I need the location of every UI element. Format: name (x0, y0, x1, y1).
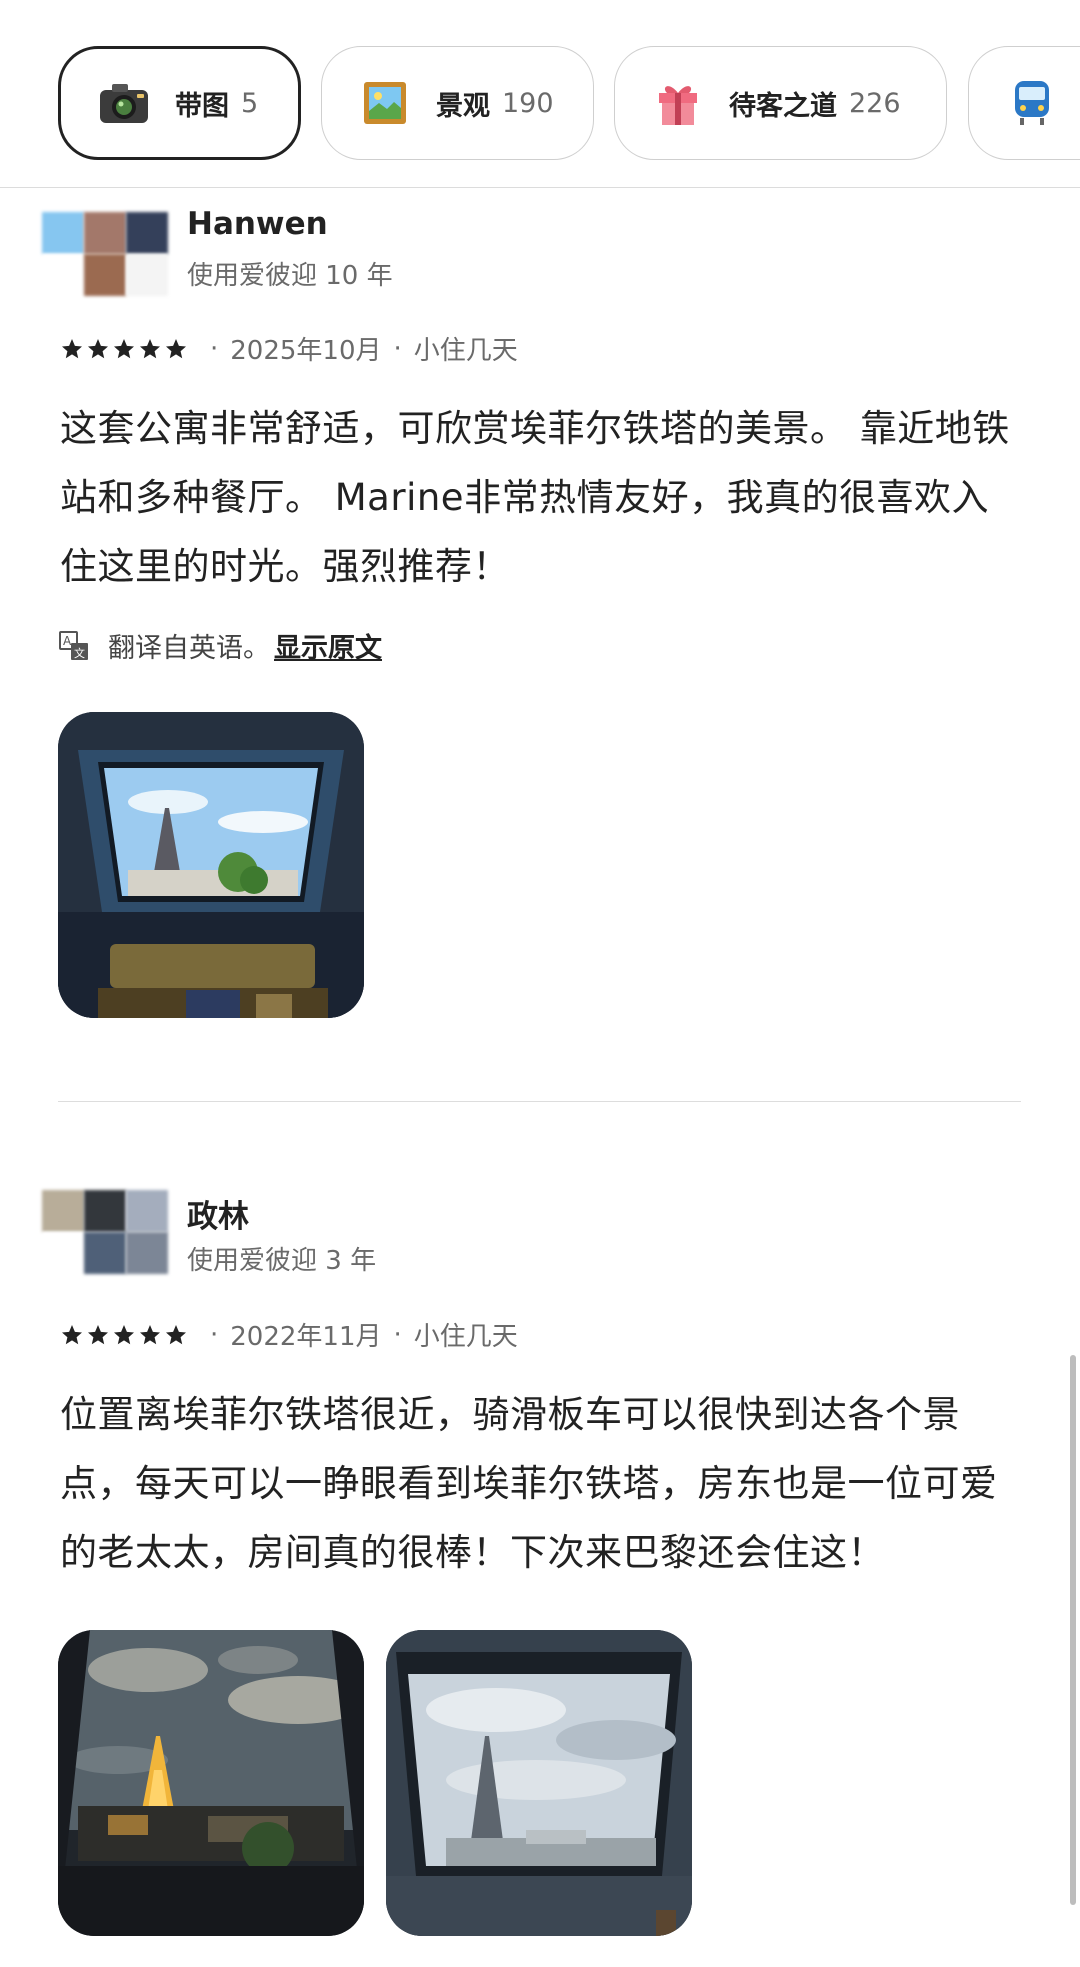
review-photo[interactable] (58, 1630, 364, 1936)
star-icon (140, 1324, 160, 1344)
review-meta: · 2022年11月 · 小住几天 (60, 1316, 518, 1353)
landscape-picture-icon (356, 74, 414, 132)
star-icon (166, 1324, 186, 1344)
meta-separator: · (210, 1319, 219, 1350)
review-text: 位置离埃菲尔铁塔很近，骑滑板车可以很快到达各个景点，每天可以一睁眼看到埃菲尔铁塔… (60, 1393, 998, 1574)
review-meta: · 2025年10月 · 小住几天 (60, 330, 518, 367)
svg-text:A: A (63, 634, 72, 648)
filter-chip-count: 226 (849, 87, 901, 119)
star-rating (60, 337, 188, 361)
meta-separator: · (393, 333, 402, 364)
filter-chip-label: 带图 (175, 90, 229, 122)
stay-length: 小住几天 (413, 336, 518, 366)
translation-note: 翻译自英语。 (108, 633, 270, 664)
camera-icon (95, 74, 153, 132)
filter-chip-count: 5 (241, 87, 259, 119)
star-icon (62, 338, 82, 358)
review-photo[interactable] (58, 712, 364, 1018)
reviewer-name[interactable]: Hanwen (187, 206, 328, 242)
filter-chip-with-photos[interactable]: 带图 5 (58, 46, 301, 160)
show-original-link[interactable]: 显示原文 (274, 626, 382, 665)
train-icon (1003, 74, 1061, 132)
filter-chip-transit[interactable] (968, 46, 1080, 160)
review-divider (58, 1101, 1021, 1102)
avatar (42, 212, 168, 296)
star-icon (62, 1324, 82, 1344)
translate-icon: A文 (58, 630, 90, 662)
review-date: 2025年10月 (230, 336, 382, 366)
star-rating (60, 1323, 188, 1347)
review-photo[interactable] (386, 1630, 692, 1936)
review-text: 这套公寓非常舒适，可欣赏埃菲尔铁塔的美景。 靠近地铁站和多种餐厅。 Marine… (60, 407, 1010, 588)
filter-chip-hospitality[interactable]: 待客之道 226 (614, 46, 947, 160)
filter-chip-label: 景观 (436, 90, 490, 122)
star-icon (88, 1324, 108, 1344)
review-filter-bar: 带图 5 景观 190 待客之道 226 (0, 0, 1080, 188)
review-date: 2022年11月 (230, 1322, 382, 1352)
meta-separator: · (210, 333, 219, 364)
filter-chip-count: 190 (502, 87, 554, 119)
star-icon (166, 338, 186, 358)
filter-chip-label: 待客之道 (729, 90, 837, 122)
gift-icon (649, 74, 707, 132)
scrollbar[interactable] (1070, 1355, 1076, 1905)
stay-length: 小住几天 (413, 1322, 518, 1352)
reviewer-name[interactable]: 政林 (187, 1191, 249, 1236)
star-icon (114, 338, 134, 358)
svg-text:文: 文 (74, 646, 85, 660)
reviewer-tenure: 使用爱彼迎 10 年 (187, 261, 393, 291)
meta-separator: · (393, 1319, 402, 1350)
reviewer-tenure: 使用爱彼迎 3 年 (187, 1246, 377, 1276)
star-icon (88, 338, 108, 358)
avatar (42, 1190, 168, 1274)
star-icon (140, 338, 160, 358)
star-icon (114, 1324, 134, 1344)
translation-note-row: A文 翻译自英语。 显示原文 (58, 626, 382, 665)
filter-chip-view[interactable]: 景观 190 (321, 46, 594, 160)
